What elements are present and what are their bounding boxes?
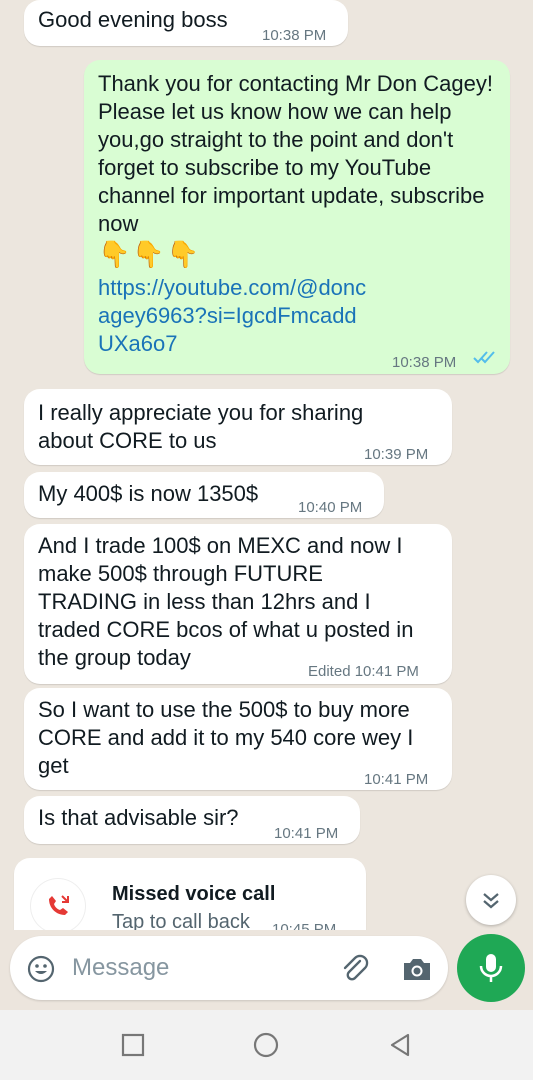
mic-icon [479,954,503,982]
square-nav-icon[interactable] [120,1032,146,1058]
message-time: 10:39 PM [364,446,429,463]
scroll-to-bottom-button[interactable] [466,875,516,925]
message-input[interactable]: Message [72,954,169,982]
voice-record-button[interactable] [457,934,525,1002]
message-text: Good evening boss [38,7,228,32]
outgoing-message[interactable]: Thank you for contacting Mr Don Cagey! P… [84,60,510,374]
incoming-message[interactable]: And I trade 100$ on MEXC and now I make … [24,524,452,684]
message-time: 10:40 PM [298,499,363,516]
incoming-message[interactable]: I really appreciate you for sharing abou… [24,389,452,465]
incoming-message[interactable]: Good evening boss 10:38 PM [24,0,348,46]
attach-icon[interactable] [338,952,372,986]
incoming-message[interactable]: Is that advisable sir? 10:41 PM [24,796,360,844]
chat-area[interactable]: Good evening boss 10:38 PM Thank you for… [0,0,533,930]
message-time: Edited 10:41 PM [308,663,419,680]
missed-call-subtitle[interactable]: Tap to call back [112,908,250,930]
message-composer[interactable]: Message [10,936,448,1000]
pointing-down-emoji: 👇👇👇 [98,239,202,269]
missed-call-title: Missed voice call [112,883,276,905]
youtube-link[interactable]: https://youtube.com/@doncagey6963?si=Igc… [98,274,368,358]
message-time: 10:41 PM [274,825,339,842]
missed-call-message[interactable]: Missed voice call Tap to call back 10:45… [14,858,366,930]
system-navigation-bar [0,1010,533,1080]
read-receipt-icon [473,351,495,364]
message-text: So I want to use the 500$ to buy more CO… [38,697,414,778]
incoming-message[interactable]: My 400$ is now 1350$ 10:40 PM [24,472,384,518]
circle-nav-icon[interactable] [252,1031,280,1059]
message-time: 10:41 PM [364,771,429,788]
message-text: Is that advisable sir? [38,805,239,830]
message-time: 10:38 PM [262,27,327,44]
message-time: 10:45 PM [272,921,337,930]
message-text: I really appreciate you for sharing abou… [38,400,364,453]
message-text: Thank you for contacting Mr Don Cagey! P… [98,71,493,236]
missed-call-icon [49,895,69,915]
message-text: My 400$ is now 1350$ [38,481,259,506]
missed-call-icon-wrap [30,878,86,930]
message-time: 10:38 PM [392,354,457,371]
camera-icon[interactable] [400,952,434,986]
back-nav-icon[interactable] [386,1031,414,1059]
incoming-message[interactable]: So I want to use the 500$ to buy more CO… [24,688,452,790]
chevron-down-icon [483,893,499,909]
message-text: And I trade 100$ on MEXC and now I make … [38,533,414,670]
emoji-icon[interactable] [26,954,56,984]
